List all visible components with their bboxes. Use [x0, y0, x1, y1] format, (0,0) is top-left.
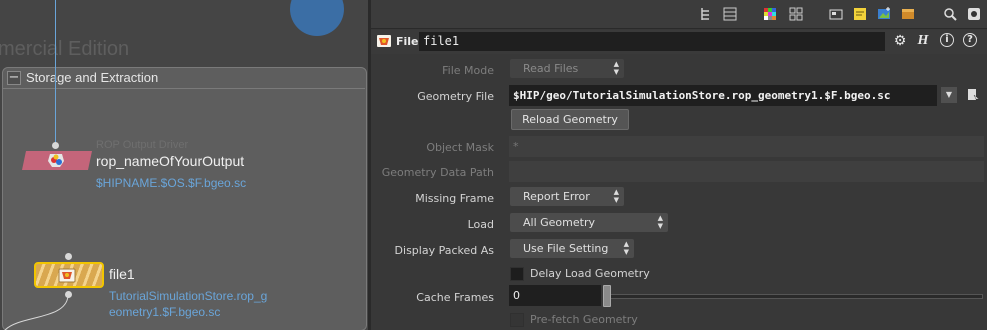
geometry-file-label: Geometry File — [417, 90, 494, 103]
rop-node-output-path: $HIPNAME.$OS.$F.bgeo.sc — [96, 176, 247, 190]
rop-node-type-label: ROP Output Driver — [96, 139, 189, 151]
network-view-icon[interactable] — [829, 7, 843, 21]
cache-frames-slider-track[interactable] — [607, 294, 983, 299]
load-label: Load — [467, 218, 494, 231]
list-view-icon[interactable] — [723, 7, 737, 21]
node-type-label: File — [396, 35, 419, 48]
chevron-updown-icon: ▲ ▼ — [613, 188, 619, 204]
file-chooser-icon[interactable] — [966, 88, 980, 102]
display-packed-as-menu[interactable]: Use File Setting ▲ ▼ — [510, 239, 634, 258]
prefetch-geometry-checkbox[interactable] — [510, 313, 524, 327]
sticky-note-icon[interactable] — [853, 7, 867, 21]
network-box-collapse-button[interactable]: − — [7, 71, 21, 85]
missing-frame-label: Missing Frame — [415, 192, 494, 205]
prefetch-geometry-label: Pre-fetch Geometry — [530, 313, 638, 326]
file-node-name[interactable]: file1 — [109, 266, 135, 282]
info-icon[interactable]: i — [940, 33, 954, 47]
missing-frame-value: Report Error — [523, 190, 590, 203]
delay-load-geometry-label: Delay Load Geometry — [530, 267, 650, 280]
cache-frames-label: Cache Frames — [416, 291, 494, 304]
help-h-icon[interactable]: H — [915, 33, 931, 49]
object-mask-label: Object Mask — [426, 141, 494, 154]
geometry-data-path-input[interactable] — [509, 161, 984, 182]
rop-input-connector[interactable] — [52, 142, 59, 149]
file-sop-icon — [377, 35, 391, 47]
help-icon[interactable]: ? — [963, 33, 977, 47]
license-watermark: mercial Edition — [0, 38, 130, 60]
box-icon[interactable] — [901, 7, 915, 21]
load-menu[interactable]: All Geometry ▲ ▼ — [510, 213, 668, 232]
file-mode-label: File Mode — [442, 64, 494, 77]
image-icon[interactable] — [877, 7, 891, 21]
chevron-updown-icon: ▲ ▼ — [657, 214, 663, 230]
output-wire — [4, 295, 69, 330]
visibility-icon[interactable] — [967, 7, 981, 21]
chevron-updown-icon: ▲ ▼ — [623, 240, 629, 256]
input-wire — [55, 0, 56, 145]
reload-geometry-button[interactable]: Reload Geometry — [511, 109, 629, 130]
geometry-data-path-label: Geometry Data Path — [381, 166, 494, 179]
rop-output-driver-node[interactable] — [22, 151, 92, 170]
file-node-path-line1: TutorialSimulationStore.rop_g — [109, 289, 268, 303]
pane-toolbar — [371, 0, 987, 29]
file-mode-value: Read Files — [523, 62, 579, 75]
display-packed-as-label: Display Packed As — [394, 244, 494, 257]
chevron-down-icon[interactable]: ▼ — [941, 87, 957, 103]
gear-icon[interactable]: ⚙ — [892, 33, 908, 49]
tree-view-icon[interactable] — [699, 7, 713, 21]
cache-frames-slider-handle[interactable] — [603, 285, 611, 307]
network-box-title: Storage and Extraction — [26, 70, 159, 85]
network-editor[interactable]: mercial Edition − Storage and Extraction… — [0, 0, 368, 330]
background-circle — [290, 0, 344, 36]
file-input-connector[interactable] — [65, 253, 72, 260]
chevron-updown-icon: ▲ ▼ — [613, 60, 619, 76]
display-packed-as-value: Use File Setting — [523, 242, 609, 255]
geometry-file-input[interactable]: $HIP/geo/TutorialSimulationStore.rop_geo… — [509, 85, 937, 106]
color-palette-icon[interactable] — [763, 7, 777, 21]
delay-load-geometry-checkbox[interactable] — [510, 267, 524, 281]
node-name-field[interactable]: file1 — [419, 32, 885, 51]
missing-frame-menu[interactable]: Report Error ▲ ▼ — [510, 187, 624, 206]
rop-node-name[interactable]: rop_nameOfYourOutput — [96, 153, 244, 169]
grid-layout-icon[interactable] — [789, 7, 803, 21]
file-node-path-line2: eometry1.$F.bgeo.sc — [109, 305, 221, 319]
load-value: All Geometry — [523, 216, 595, 229]
object-mask-input[interactable]: * — [509, 136, 984, 157]
search-icon[interactable] — [943, 7, 957, 21]
file-mode-menu[interactable]: Read Files ▲ ▼ — [510, 59, 624, 78]
cache-frames-input[interactable]: 0 — [509, 285, 601, 306]
file-node-icon — [58, 268, 76, 283]
